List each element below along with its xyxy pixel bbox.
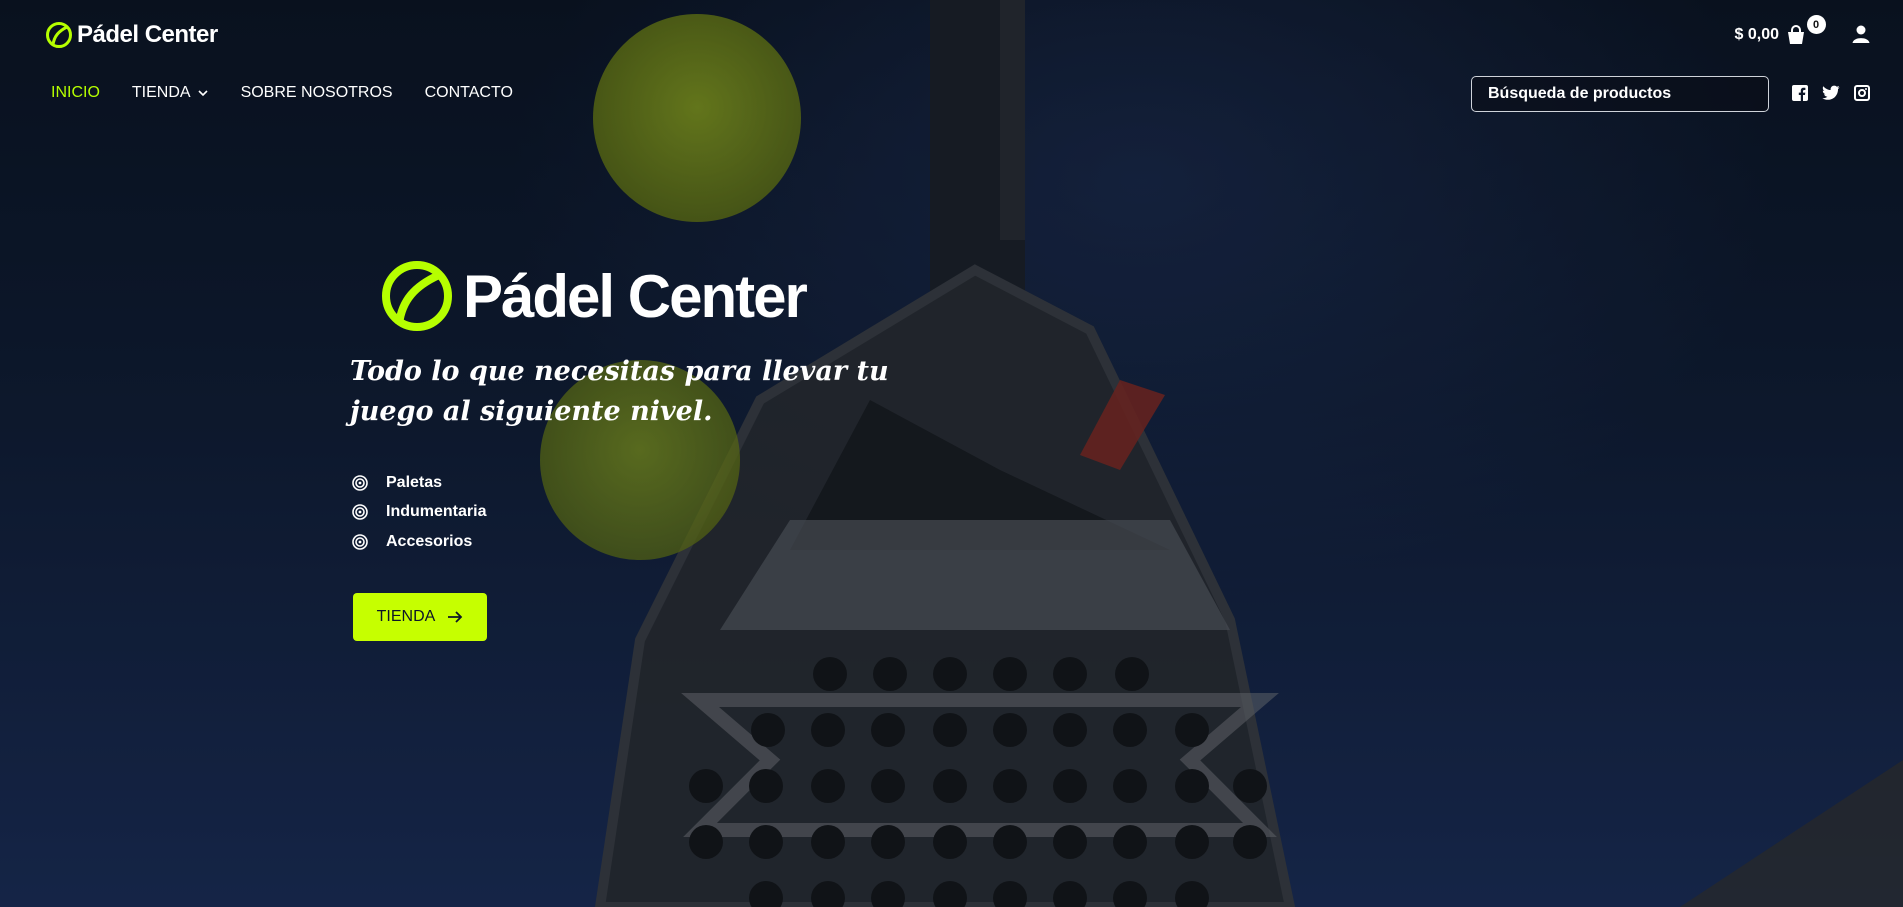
chevron-down-icon (197, 90, 208, 97)
main-nav: INICIO TIENDA SOBRE NOSOTROS CONTACTO (51, 84, 545, 102)
nav-item-sobre-nosotros[interactable]: SOBRE NOSOTROS (241, 84, 393, 102)
feature-label: Paletas (386, 473, 443, 491)
nav-item-label: INICIO (51, 84, 100, 101)
shopping-bag-icon (1788, 25, 1804, 44)
list-item: Paletas (352, 468, 486, 498)
feature-list: Paletas Indumentaria Accesorios (352, 468, 486, 557)
cart-button[interactable]: $ 0,00 0 (1734, 15, 1826, 46)
nav-item-inicio[interactable]: INICIO (51, 84, 100, 102)
social-links (1792, 85, 1870, 101)
feature-label: Indumentaria (386, 503, 487, 521)
instagram-icon[interactable] (1854, 85, 1870, 101)
hero-logo-text: Pádel Center (463, 262, 808, 330)
target-icon (352, 504, 368, 521)
account-button[interactable] (1851, 24, 1871, 49)
tennis-ball-logo-icon (382, 261, 452, 331)
user-icon (1852, 25, 1870, 43)
nav-item-label: TIENDA (131, 84, 191, 101)
header-logo[interactable]: Pádel Center (45, 21, 218, 49)
list-item: Accesorios (352, 527, 486, 557)
target-icon (352, 474, 368, 491)
twitter-icon[interactable] (1822, 85, 1840, 101)
facebook-icon[interactable] (1792, 85, 1808, 101)
cart-total: $ 0,00 (1734, 26, 1779, 43)
nav-item-tienda[interactable]: TIENDA (132, 84, 209, 102)
hero-tagline: Todo lo que necesitas para llevar tu jue… (350, 356, 889, 427)
search-input[interactable] (1486, 84, 1754, 104)
list-item: Indumentaria (352, 498, 486, 528)
shop-button-label: TIENDA (376, 608, 436, 625)
nav-item-label: CONTACTO (424, 84, 513, 101)
hero-background (0, 0, 1903, 907)
header-logo-text: Pádel Center (77, 21, 218, 48)
product-search (1471, 76, 1769, 112)
nav-item-label: SOBRE NOSOTROS (240, 84, 393, 101)
cart-count-badge: 0 (1806, 15, 1826, 34)
target-icon (352, 533, 368, 550)
shop-button[interactable]: TIENDA (353, 593, 487, 641)
feature-label: Accesorios (386, 532, 473, 550)
tennis-ball-icon (46, 22, 72, 48)
nav-item-contacto[interactable]: CONTACTO (425, 84, 513, 102)
arrow-right-icon (448, 611, 463, 623)
hero-logo: Pádel Center (381, 260, 808, 332)
